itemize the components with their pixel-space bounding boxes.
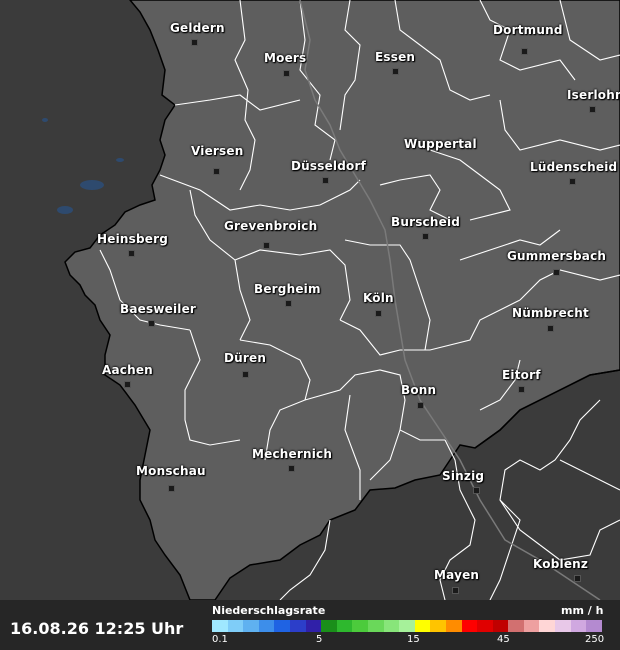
city-label-burscheid: Burscheid	[391, 215, 461, 229]
city-label-duesseldorf: Düsseldorf	[291, 159, 367, 173]
city-marker-gummersbach	[553, 269, 560, 276]
legend-unit: mm / h	[561, 604, 604, 617]
legend-swatch-4	[274, 620, 290, 632]
city-label-aachen: Aachen	[102, 363, 153, 377]
legend-tick-0: 0.1	[212, 634, 228, 645]
city-marker-luedenscheid	[569, 178, 576, 185]
city-label-bergheim: Bergheim	[254, 282, 321, 296]
legend-swatch-15	[445, 620, 462, 632]
legend-swatch-16	[461, 620, 478, 632]
legend-swatch-21	[539, 620, 556, 632]
city-marker-grevenbroich	[263, 242, 270, 249]
city-marker-essen	[392, 68, 399, 75]
city-label-viersen: Viersen	[191, 144, 244, 158]
legend-swatch-13	[414, 620, 431, 632]
city-marker-nuembrecht	[547, 325, 554, 332]
legend-swatch-20	[523, 620, 540, 632]
legend-swatch-17	[477, 620, 493, 632]
legend-swatch-0	[212, 620, 228, 632]
city-label-sinzig: Sinzig	[442, 469, 485, 483]
legend-color-scale	[212, 620, 602, 632]
city-label-dortmund: Dortmund	[493, 23, 563, 37]
legend-tick-4: 250	[585, 634, 605, 645]
legend-swatch-18	[492, 620, 509, 632]
city-marker-mechernich	[288, 465, 295, 472]
city-marker-dueren	[242, 371, 249, 378]
legend-tick-2: 15	[407, 634, 420, 645]
timestamp: 16.08.26 12:25 Uhr	[10, 619, 184, 638]
city-label-nuembrecht: Nümbrecht	[512, 306, 589, 320]
city-label-moers: Moers	[264, 51, 307, 65]
city-marker-monschau	[168, 485, 175, 492]
city-marker-bergheim	[285, 300, 292, 307]
legend-swatch-19	[508, 620, 524, 632]
city-label-eitorf: Eitorf	[502, 368, 541, 382]
legend-swatch-3	[258, 620, 275, 632]
city-label-koblenz: Koblenz	[533, 557, 589, 571]
city-label-gummersbach: Gummersbach	[507, 249, 607, 263]
city-marker-moers	[283, 70, 290, 77]
city-marker-baesweiler	[148, 320, 155, 327]
city-marker-viersen	[213, 168, 220, 175]
legend-swatch-2	[243, 620, 259, 632]
city-label-koeln: Köln	[363, 291, 394, 305]
city-label-heinsberg: Heinsberg	[97, 232, 169, 246]
city-label-wuppertal: Wuppertal	[404, 137, 477, 151]
city-marker-aachen	[124, 381, 131, 388]
city-marker-koeln	[375, 310, 382, 317]
legend-swatch-11	[383, 620, 400, 632]
city-label-baesweiler: Baesweiler	[120, 302, 197, 316]
city-label-luedenscheid: Lüdenscheid	[530, 160, 618, 174]
city-marker-iserlohn	[589, 106, 596, 113]
city-marker-koblenz	[574, 575, 581, 582]
city-marker-bonn	[417, 402, 424, 409]
legend-swatch-22	[555, 620, 571, 632]
legend-swatch-8	[336, 620, 353, 632]
city-label-grevenbroich: Grevenbroich	[224, 219, 318, 233]
legend-swatch-10	[367, 620, 384, 632]
city-label-dueren: Düren	[224, 351, 267, 365]
legend-swatch-23	[570, 620, 587, 632]
legend-swatch-9	[352, 620, 368, 632]
city-marker-sinzig	[473, 487, 480, 494]
city-label-essen: Essen	[375, 50, 416, 64]
city-label-mayen: Mayen	[434, 568, 480, 582]
city-marker-duesseldorf	[322, 177, 329, 184]
legend-swatch-12	[399, 620, 415, 632]
radar-map[interactable]: Geldern Moers Essen Dortmund Iserlohn Vi…	[0, 0, 620, 600]
city-marker-eitorf	[518, 386, 525, 393]
legend-swatch-24	[586, 620, 602, 632]
legend-swatch-6	[305, 620, 322, 632]
city-marker-burscheid	[422, 233, 429, 240]
legend-swatch-7	[321, 620, 337, 632]
city-label-geldern: Geldern	[170, 21, 225, 35]
legend-swatch-14	[430, 620, 446, 632]
legend-swatch-1	[227, 620, 244, 632]
legend-title: Niederschlagsrate	[212, 604, 326, 617]
map-canvas	[0, 0, 620, 600]
city-label-mechernich: Mechernich	[252, 447, 333, 461]
legend-tick-1: 5	[316, 634, 323, 645]
city-marker-dortmund	[521, 48, 528, 55]
city-marker-geldern	[191, 39, 198, 46]
legend-swatch-5	[289, 620, 306, 632]
city-label-monschau: Monschau	[136, 464, 206, 478]
legend-tick-3: 45	[497, 634, 510, 645]
city-marker-heinsberg	[128, 250, 135, 257]
city-label-bonn: Bonn	[401, 383, 437, 397]
city-marker-mayen	[452, 587, 459, 594]
city-label-iserlohn: Iserlohn	[567, 88, 620, 102]
